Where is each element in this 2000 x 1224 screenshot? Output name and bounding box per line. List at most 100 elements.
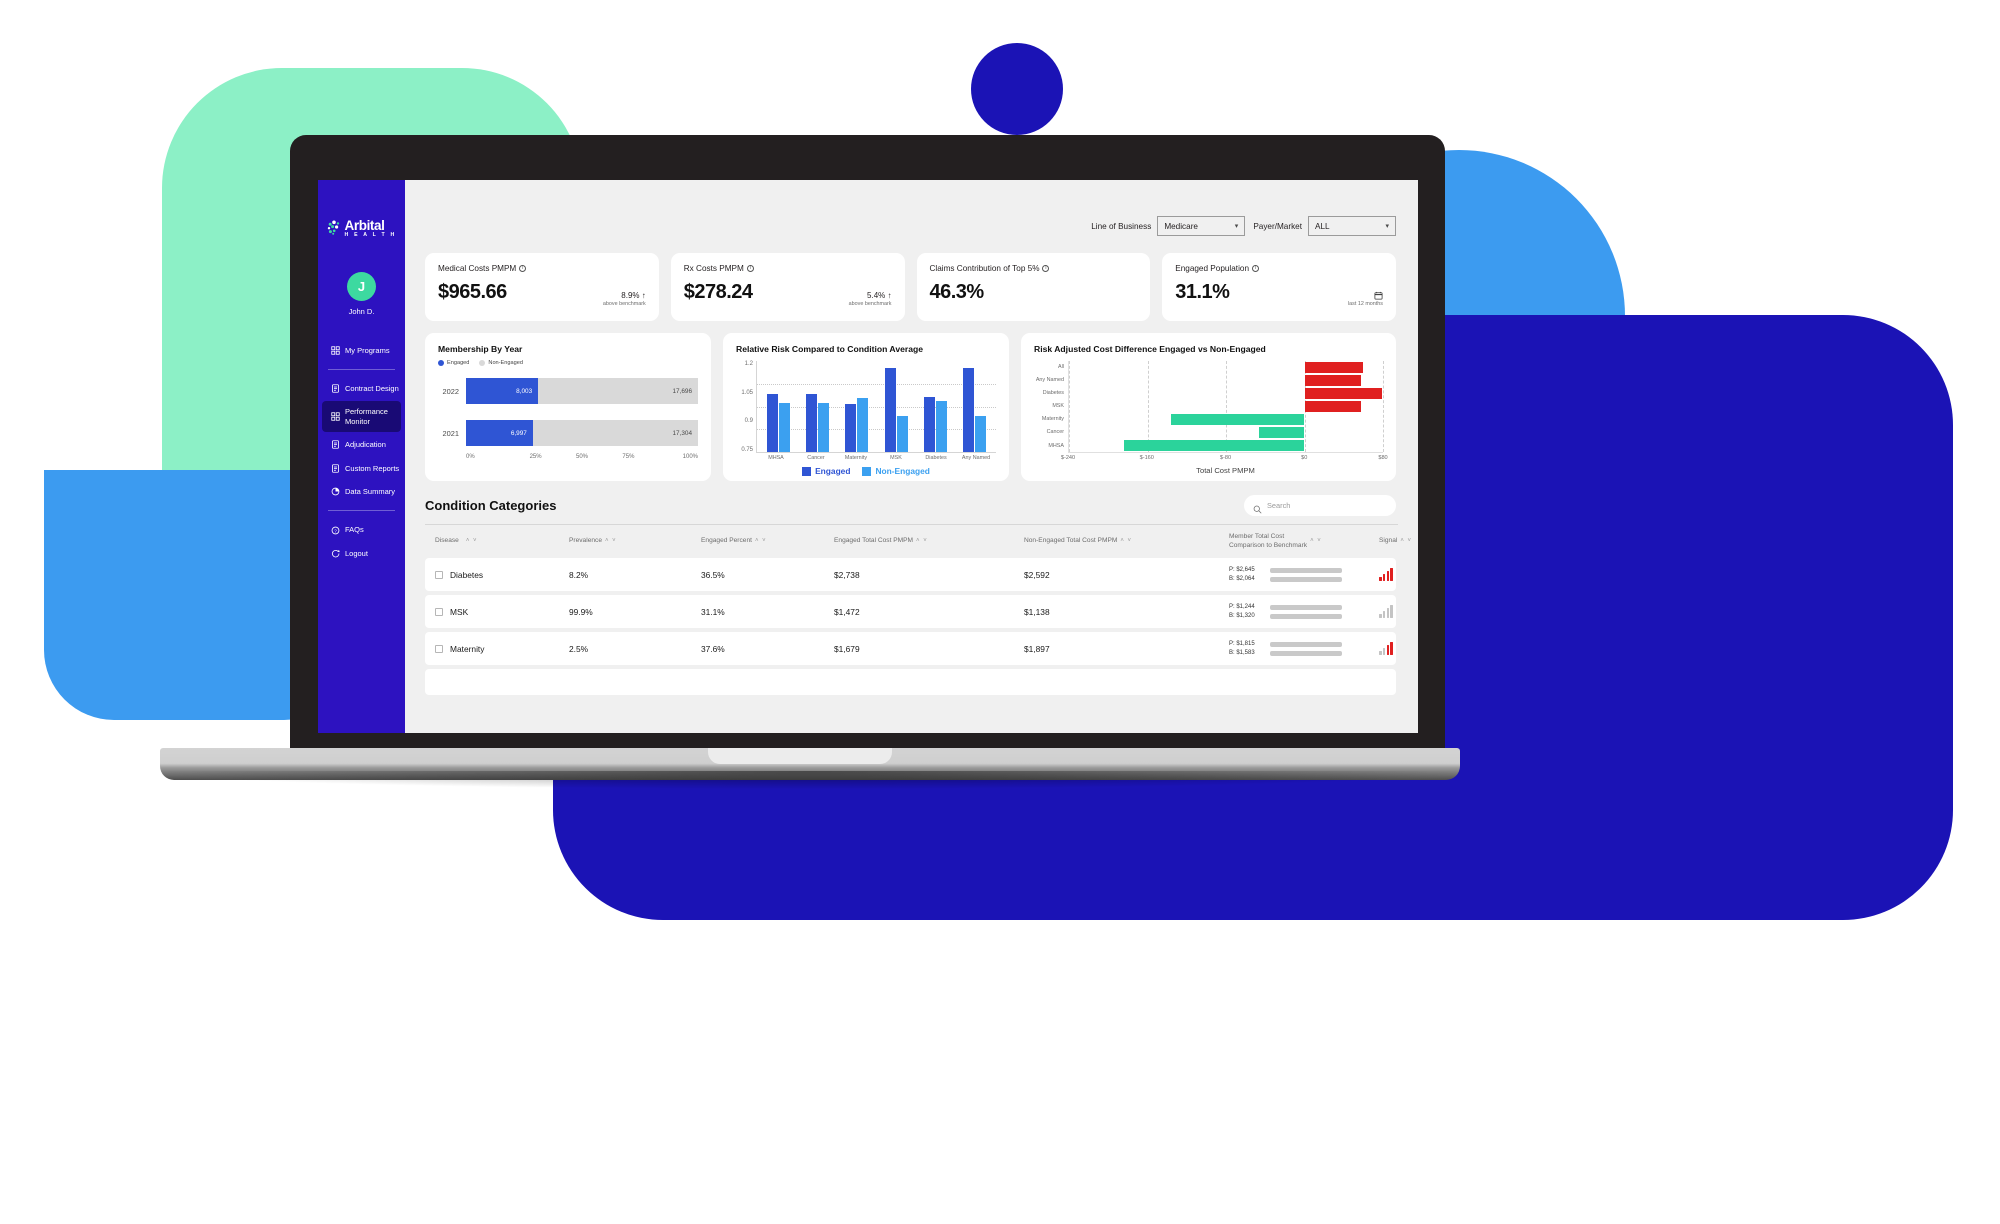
kpi-meta: last 12 months	[1348, 291, 1383, 307]
kpi-card-engaged-population: Engaged Population i 31.1% last 12 months	[1162, 253, 1396, 321]
header-label: Engaged Percent	[701, 537, 752, 545]
cell-engaged-percent: 37.6%	[701, 643, 725, 654]
sort-arrows-icon[interactable]: ˄ ˅	[916, 538, 928, 546]
brand-name: Arbital	[344, 218, 385, 233]
row-checkbox[interactable]	[435, 607, 443, 616]
relative-risk-bar	[857, 397, 869, 452]
relative-risk-bar	[935, 400, 947, 452]
laptop-trackpad-notch	[708, 748, 892, 764]
filter-select[interactable]: ALL ▾	[1308, 216, 1396, 236]
legend-non-engaged: Non-Engaged	[479, 360, 523, 366]
membership-engaged-bar: 6,997	[466, 420, 533, 446]
sidebar-item-logout[interactable]: Logout	[322, 543, 401, 564]
membership-total-value: 17,304	[672, 429, 692, 437]
brand-logo[interactable]: Arbital H E A L T H	[318, 205, 405, 238]
sort-arrows-icon[interactable]: ˄ ˅	[466, 538, 478, 546]
filter-payer-market: Payer/Market ALL ▾	[1253, 216, 1396, 236]
kpi-note: above benchmark	[848, 301, 892, 307]
gridline	[757, 429, 996, 431]
sort-arrows-icon[interactable]: ˄ ˅	[1400, 538, 1412, 546]
sidebar-item-contract-design[interactable]: Contract Design	[322, 378, 401, 399]
table-header-disease[interactable]: Disease ˄ ˅	[425, 537, 569, 545]
rr-legend-non-engaged-label: Non-Engaged	[875, 466, 930, 476]
cost-difference-x-tick: $-80	[1219, 455, 1232, 461]
signal-bars-icon	[1379, 605, 1393, 618]
filter-bar: Line of Business Medicare ▾ Payer/Market ALL…	[405, 180, 1418, 236]
cost-difference-x-tick: $-160	[1139, 455, 1154, 461]
table-row[interactable]: Maternity 2.5% 37.6% $1,679 $1,897 P: $1,815 B…	[425, 632, 1396, 665]
search-icon	[1253, 501, 1262, 514]
search-box[interactable]: Search	[1244, 495, 1396, 516]
sidebar-item-faqs[interactable]: ? FAQs	[322, 519, 401, 540]
relative-risk-bar	[806, 393, 818, 452]
cost-difference-bar	[1304, 362, 1364, 373]
filter-select[interactable]: Medicare ▾	[1157, 216, 1246, 236]
cost-difference-y-tick: Maternity	[1041, 416, 1064, 423]
membership-legend: Engaged Non-Engaged	[438, 360, 698, 366]
relative-risk-y-axis: 1.2 1.05 0.9 0.75	[736, 361, 756, 453]
sort-arrows-icon[interactable]: ˄ ˅	[1310, 538, 1322, 546]
kpi-meta: 5.4% ↑ above benchmark	[849, 291, 892, 307]
table-header-row: Disease ˄ ˅ Prevalence ˄ ˅ Engaged Percent ˄ …	[425, 525, 1411, 558]
table-header-member-total-cost-comparison-to-benchmark[interactable]: Member Total Cost Comparison to Benchmark…	[1229, 533, 1379, 549]
sidebar-nav: My Programs Contract Design Performance Mo…	[318, 340, 405, 564]
cost-difference-title: Risk Adjusted Cost Difference Engaged vs…	[1034, 344, 1266, 354]
logout-icon	[331, 549, 340, 558]
sidebar-item-my-programs[interactable]: My Programs	[322, 340, 401, 361]
cell-non-engaged-total-cost: $1,897	[1024, 643, 1050, 654]
sidebar-item-data-summary[interactable]: Data Summary	[322, 481, 401, 502]
kpi-card-rx-costs-pmpm: Rx Costs PMPM i $278.24 5.4% ↑ above benchma…	[670, 253, 905, 321]
info-icon[interactable]: i	[1252, 265, 1260, 272]
signal-bar	[1386, 608, 1390, 618]
row-checkbox[interactable]	[435, 570, 443, 579]
cell-disease: Maternity	[425, 644, 569, 654]
table-row[interactable]: MSK 99.9% 31.1% $1,472 $1,138 P: $1,244 B: $1,…	[425, 595, 1396, 628]
relative-risk-bar	[974, 416, 986, 452]
relative-risk-plot-area: 1.2 1.05 0.9 0.75	[736, 361, 996, 453]
benchmark-p-label: P: $1,815	[1229, 641, 1255, 647]
sidebar-item-performance-monitor[interactable]: Performance Monitor	[322, 401, 401, 433]
kpi-title-text: Engaged Population	[1175, 264, 1250, 273]
cell-disease: Diabetes	[425, 570, 569, 580]
search-input[interactable]: Search	[1267, 501, 1290, 510]
rr-legend-engaged: Engaged	[802, 466, 850, 476]
filter-label: Payer/Market	[1253, 221, 1302, 231]
laptop-shadow	[164, 771, 1456, 789]
membership-year-label: 2021	[442, 428, 459, 438]
table-header-non-engaged-total-cost-pmpm[interactable]: Non-Engaged Total Cost PMPM ˄ ˅	[1024, 537, 1229, 545]
rr-legend-non-engaged-swatch	[862, 466, 872, 476]
cost-difference-x-tick: $80	[1378, 455, 1388, 461]
cell-disease: MSK	[425, 607, 569, 617]
sidebar-item-label: Custom Reports	[345, 463, 400, 473]
filter-value: Medicare	[1164, 221, 1198, 231]
cost-difference-bar	[1123, 440, 1305, 451]
signal-bar	[1382, 574, 1386, 581]
cost-difference-x-tick: $-240	[1060, 455, 1076, 461]
table-header-engaged-total-cost-pmpm[interactable]: Engaged Total Cost PMPM ˄ ˅	[834, 537, 1024, 545]
sort-arrows-icon[interactable]: ˄ ˅	[605, 538, 617, 546]
info-icon[interactable]: i	[1042, 265, 1050, 272]
relative-risk-bar	[767, 393, 779, 452]
row-checkbox[interactable]	[435, 644, 443, 653]
nav-divider	[328, 369, 395, 371]
relative-risk-group	[962, 368, 986, 452]
filter-line-of-business: Line of Business Medicare ▾	[1091, 216, 1246, 236]
table-row[interactable]: Diabetes 8.2% 36.5% $2,738 $2,592 P: $2,645 B:…	[425, 558, 1396, 591]
info-icon[interactable]: i	[746, 265, 754, 272]
chevron-down-icon: ▾	[1234, 223, 1239, 230]
relative-risk-bar	[779, 402, 791, 452]
info-icon[interactable]: i	[519, 265, 527, 272]
sidebar-item-label: Data Summary	[345, 486, 396, 496]
filter-value: ALL	[1315, 221, 1330, 231]
table-header-prevalence[interactable]: Prevalence ˄ ˅	[569, 537, 701, 545]
sort-arrows-icon[interactable]: ˄ ˅	[755, 538, 767, 546]
avatar[interactable]: J	[347, 271, 376, 301]
sidebar-item-adjudication[interactable]: Adjudication	[322, 434, 401, 455]
table-header-engaged-percent[interactable]: Engaged Percent ˄ ˅	[701, 537, 834, 545]
membership-x-tick: 75%	[622, 454, 635, 460]
sort-arrows-icon[interactable]: ˄ ˅	[1120, 538, 1132, 546]
signal-bars-icon	[1379, 642, 1393, 655]
relative-risk-y-tick: 1.2	[744, 361, 753, 367]
sidebar-item-custom-reports[interactable]: Custom Reports	[322, 458, 401, 479]
table-header-signal[interactable]: Signal ˄ ˅	[1379, 537, 1412, 545]
